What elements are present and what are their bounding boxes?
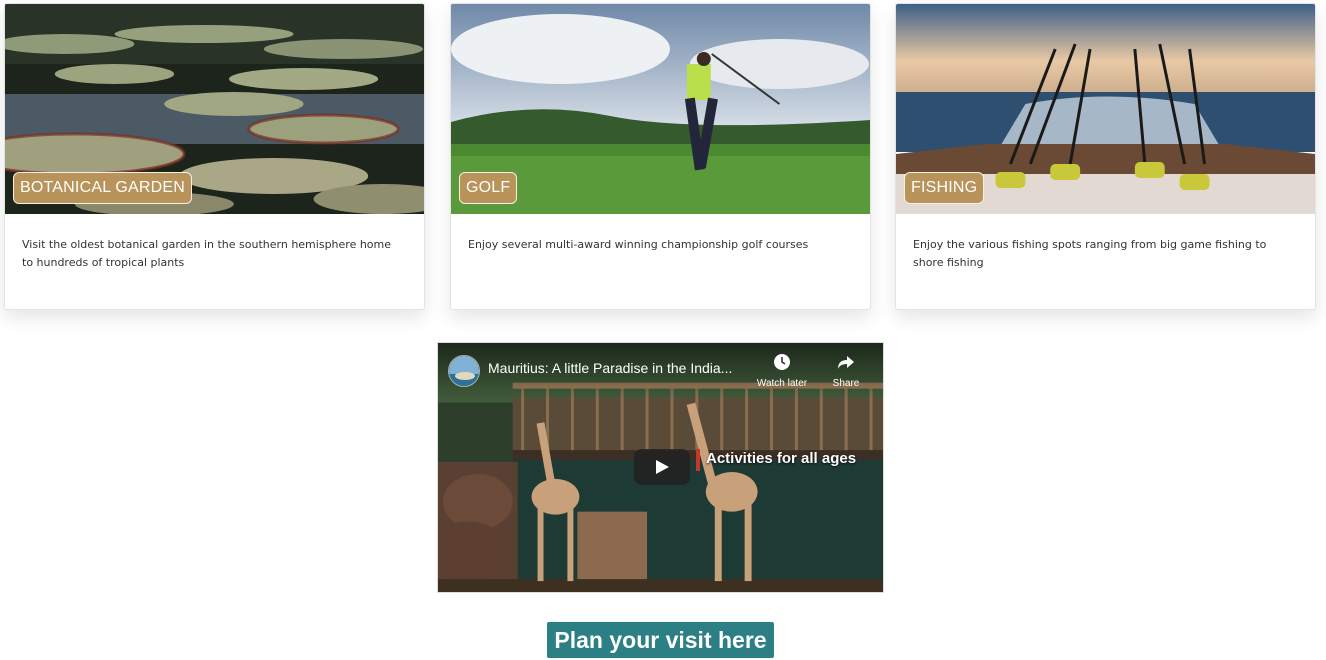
plan-visit-button[interactable]: Plan your visit here bbox=[547, 622, 774, 658]
card-description: Visit the oldest botanical garden in the… bbox=[22, 238, 392, 269]
share-button[interactable]: Share bbox=[816, 353, 876, 389]
share-icon bbox=[838, 356, 854, 369]
channel-avatar[interactable] bbox=[448, 355, 480, 387]
caption-accent-bar bbox=[696, 449, 700, 471]
video-player[interactable]: Mauritius: A little Paradise in the Indi… bbox=[437, 342, 884, 593]
activity-card-botanical-garden[interactable]: BOTANICAL GARDEN Visit the oldest botani… bbox=[4, 3, 425, 310]
card-badge: FISHING bbox=[904, 172, 985, 204]
card-description: Enjoy several multi-award winning champi… bbox=[468, 238, 809, 251]
clock-icon bbox=[774, 354, 790, 370]
activity-card-golf[interactable]: GOLF Enjoy several multi-award winning c… bbox=[450, 3, 871, 310]
play-icon bbox=[656, 460, 669, 474]
watch-later-label: Watch later bbox=[756, 378, 808, 389]
share-label: Share bbox=[832, 378, 860, 389]
card-badge: BOTANICAL GARDEN bbox=[13, 172, 193, 204]
watch-later-button[interactable]: Watch later bbox=[752, 353, 812, 389]
video-caption: Activities for all ages bbox=[706, 450, 857, 467]
card-badge: GOLF bbox=[459, 172, 518, 204]
video-title[interactable]: Mauritius: A little Paradise in the Indi… bbox=[488, 360, 743, 376]
activity-card-fishing[interactable]: FISHING Enjoy the various fishing spots … bbox=[895, 3, 1316, 310]
play-button[interactable] bbox=[634, 449, 690, 485]
card-description: Enjoy the various fishing spots ranging … bbox=[913, 238, 1267, 269]
